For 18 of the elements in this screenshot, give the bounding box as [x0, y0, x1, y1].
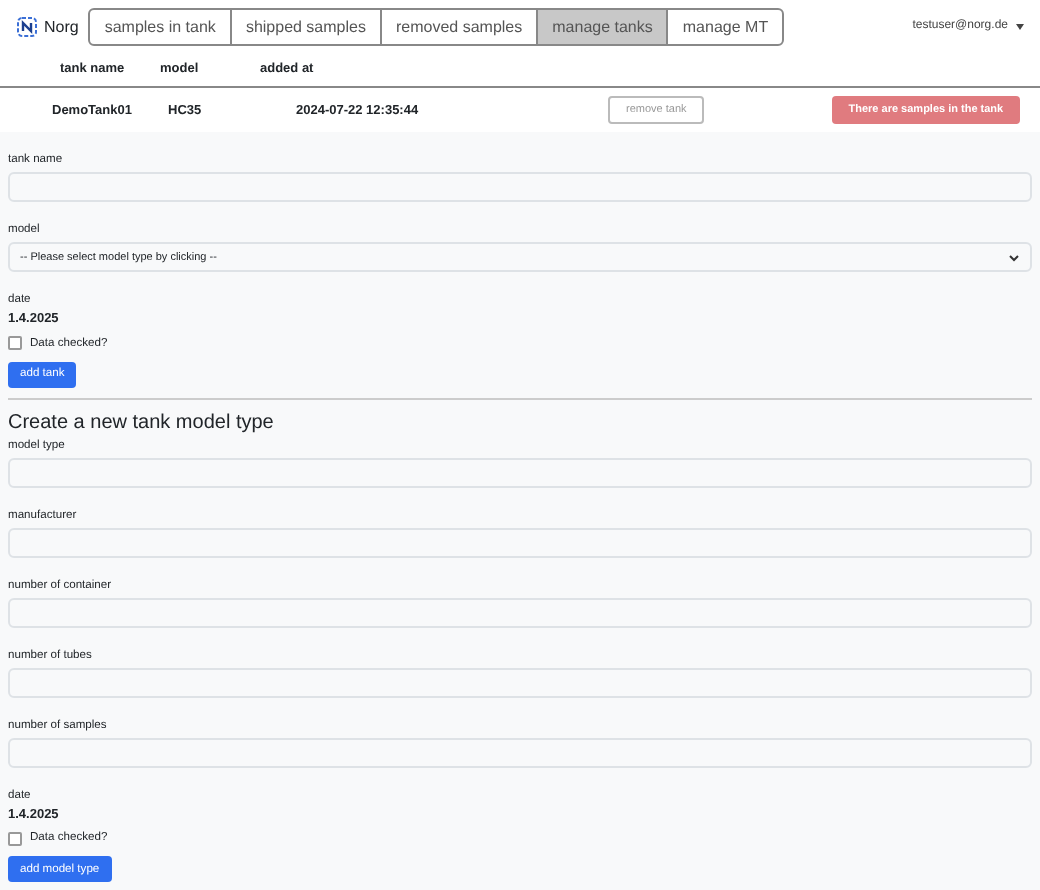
brand-name[interactable]: Norg [44, 17, 79, 35]
nav-tab[interactable]: manage tanks [536, 7, 669, 45]
input-field[interactable] [8, 457, 1032, 487]
section-title: Create a new tank model type [8, 411, 276, 433]
nav-tab[interactable]: samples in tank [88, 7, 232, 45]
nav-tab[interactable]: shipped samples [229, 7, 382, 45]
nav-tab[interactable]: manage MT [666, 7, 785, 45]
input-field[interactable] [8, 667, 1032, 697]
checkbox[interactable] [8, 831, 22, 845]
nav-tab[interactable]: removed samples [379, 7, 539, 45]
chevron-icon [1008, 253, 1020, 261]
input-field[interactable] [8, 172, 1032, 202]
caret-icon [1016, 23, 1024, 29]
input-field[interactable] [8, 527, 1032, 557]
checkbox[interactable] [8, 336, 22, 350]
input-field[interactable] [8, 737, 1032, 767]
logo-icon [16, 15, 38, 37]
input-field[interactable] [8, 597, 1032, 627]
